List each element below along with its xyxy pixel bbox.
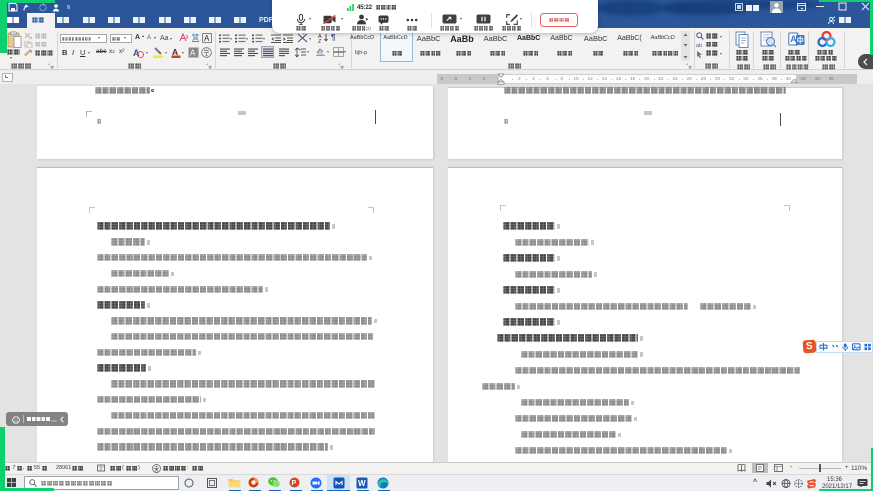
svg-text:A: A [204, 34, 210, 43]
svg-text:A: A [133, 48, 140, 58]
svg-text:W: W [358, 479, 366, 488]
svg-text:ab: ab [696, 43, 702, 49]
svg-text:P: P [292, 480, 297, 487]
svg-text:A: A [190, 49, 196, 58]
